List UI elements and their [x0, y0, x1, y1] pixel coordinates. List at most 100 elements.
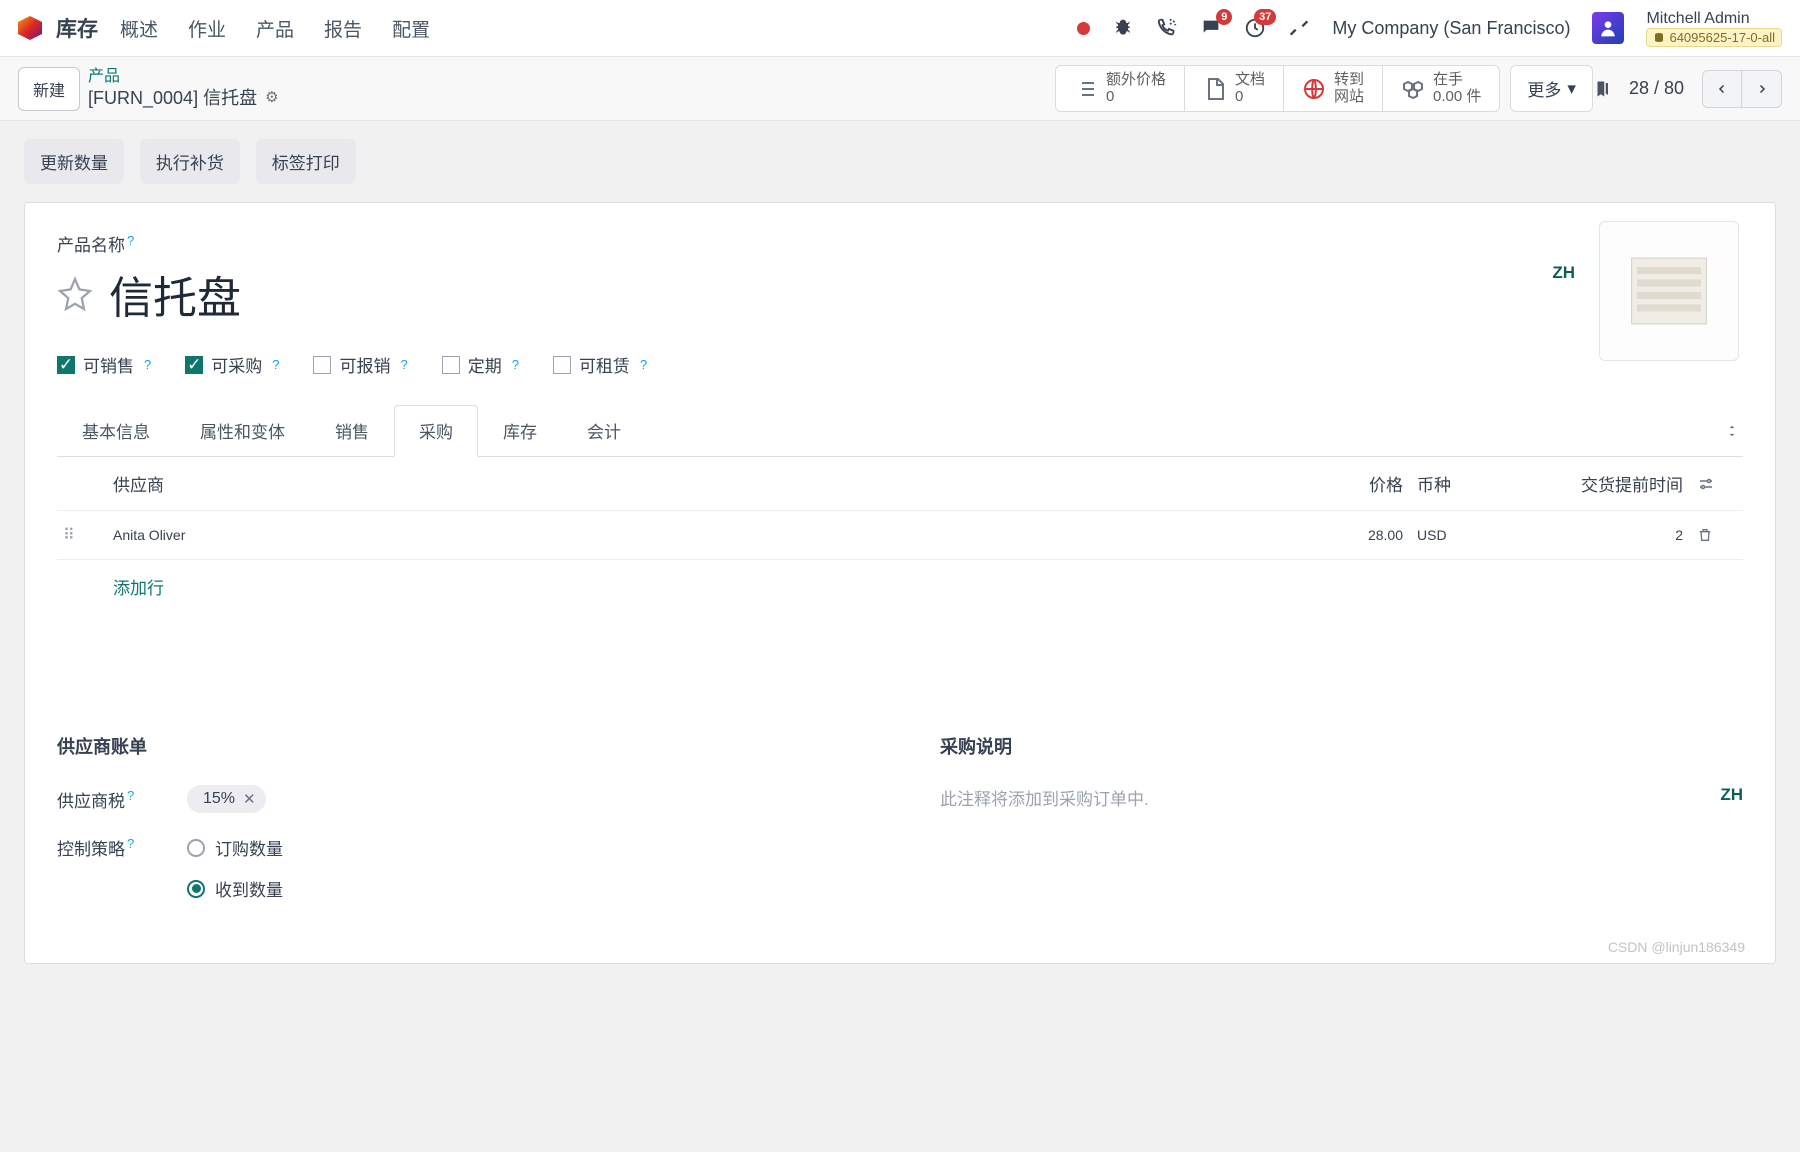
nav-overview[interactable]: 概述	[120, 15, 158, 42]
check-4[interactable]: 可租赁?	[553, 352, 647, 377]
action-replenish[interactable]: 执行补货	[140, 139, 240, 184]
user-name: Mitchell Admin	[1646, 9, 1782, 28]
user-avatar[interactable]	[1592, 12, 1624, 44]
tab-2[interactable]: 销售	[310, 405, 394, 456]
stat-extra-price[interactable]: 额外价格0	[1056, 66, 1185, 111]
stat-goto-website[interactable]: 转到网站	[1284, 66, 1383, 111]
form-sheet: 产品名称? 信托盘 ZH ✓可销售? ✓可采购? 可报销? 定期? 可租赁? 基本信息属…	[24, 202, 1776, 964]
product-flags: ✓可销售? ✓可采购? 可报销? 定期? 可租赁?	[57, 352, 1743, 377]
phone-icon[interactable]	[1156, 17, 1178, 39]
vendor-bill-section: 供应商账单 供应商税? 15%✕ 控制策略? 订购数量收到数量	[57, 733, 860, 923]
more-button[interactable]: 更多▾	[1510, 65, 1593, 112]
purchase-desc-section: 采购说明 此注释将添加到采购订单中. ZH	[940, 733, 1743, 923]
language-tag[interactable]: ZH	[1552, 263, 1575, 283]
cell-vendor[interactable]: Anita Oliver	[113, 527, 1297, 543]
help-icon[interactable]: ?	[272, 357, 279, 372]
action-print-label[interactable]: 标签打印	[256, 139, 356, 184]
nav-operations[interactable]: 作业	[188, 15, 226, 42]
messages-icon[interactable]: 9	[1200, 17, 1222, 39]
check-0[interactable]: ✓可销售?	[57, 352, 151, 377]
nav-menu: 概述 作业 产品 报告 配置	[120, 15, 430, 42]
pager-count[interactable]: 28 / 80	[1629, 78, 1684, 99]
new-button[interactable]: 新建	[18, 67, 80, 111]
language-tag[interactable]: ZH	[1720, 785, 1743, 805]
add-line[interactable]: 添加行	[57, 560, 1743, 613]
product-name-label: 产品名称	[57, 236, 125, 255]
breadcrumb-parent[interactable]: 产品	[88, 67, 279, 87]
globe-icon	[1302, 77, 1326, 101]
control-panel: 新建 产品 [FURN_0004] 信托盘⚙ 额外价格0 文档0 转到网站 在手…	[0, 57, 1800, 121]
tab-5[interactable]: 会计	[562, 405, 646, 456]
col-lead[interactable]: 交货提前时间	[1537, 471, 1697, 496]
drag-handle-icon[interactable]: ⠿	[63, 525, 113, 545]
help-icon[interactable]: ?	[127, 233, 134, 248]
cell-price[interactable]: 28.00	[1297, 527, 1417, 543]
vendor-table: 供应商 价格 币种 交货提前时间 ⠿ Anita Oliver 28.00 US…	[57, 457, 1743, 613]
tab-0[interactable]: 基本信息	[57, 405, 175, 456]
purchase-desc-title: 采购说明	[940, 733, 1743, 759]
nav-reports[interactable]: 报告	[324, 15, 362, 42]
gear-icon[interactable]: ⚙	[265, 89, 278, 108]
record-icon[interactable]	[1077, 22, 1090, 35]
checkbox-icon	[553, 356, 571, 374]
user-info[interactable]: Mitchell Admin 64095625-17-0-all	[1646, 9, 1782, 48]
help-icon[interactable]: ?	[127, 836, 134, 851]
radio-policy-1[interactable]: 收到数量	[187, 876, 283, 901]
checkbox-icon	[313, 356, 331, 374]
tab-3[interactable]: 采购	[394, 405, 478, 457]
stat-on-hand[interactable]: 在手0.00 件	[1383, 66, 1499, 111]
col-price[interactable]: 价格	[1297, 471, 1417, 496]
pager-next[interactable]	[1742, 70, 1782, 108]
nav-products[interactable]: 产品	[256, 15, 294, 42]
description-placeholder[interactable]: 此注释将添加到采购订单中.	[940, 790, 1149, 809]
col-currency[interactable]: 币种	[1417, 471, 1537, 496]
action-update-qty[interactable]: 更新数量	[24, 139, 124, 184]
tab-1[interactable]: 属性和变体	[175, 405, 310, 456]
product-title[interactable]: 信托盘	[109, 262, 241, 326]
action-bar: 更新数量 执行补货 标签打印	[0, 121, 1800, 202]
pager-prev[interactable]	[1702, 70, 1742, 108]
radio-policy-0[interactable]: 订购数量	[187, 835, 283, 860]
help-icon[interactable]: ?	[640, 357, 647, 372]
activities-icon[interactable]: 37	[1244, 17, 1266, 39]
delete-row-icon[interactable]	[1697, 527, 1737, 543]
watermark: CSDN @linjun186349	[1608, 939, 1745, 955]
cell-lead[interactable]: 2	[1537, 527, 1697, 543]
messages-badge: 9	[1216, 9, 1232, 25]
app-logo-icon[interactable]	[18, 16, 42, 40]
settings-icon[interactable]	[1697, 475, 1737, 493]
navbar: 库存 概述 作业 产品 报告 配置 9 37 My Company (San F…	[0, 0, 1800, 57]
favorite-star-icon[interactable]	[57, 276, 93, 312]
company-selector[interactable]: My Company (San Francisco)	[1332, 18, 1570, 39]
help-icon[interactable]: ?	[400, 357, 407, 372]
tabs: 基本信息属性和变体销售采购库存会计	[57, 405, 1743, 457]
stat-documents[interactable]: 文档0	[1185, 66, 1284, 111]
radio-icon	[187, 839, 205, 857]
adjust-icon[interactable]	[1725, 421, 1743, 441]
product-image[interactable]	[1599, 221, 1739, 361]
table-header: 供应商 价格 币种 交货提前时间	[57, 457, 1743, 511]
nav-config[interactable]: 配置	[392, 15, 430, 42]
cell-currency[interactable]: USD	[1417, 527, 1537, 543]
col-vendor[interactable]: 供应商	[113, 471, 1297, 496]
control-policy-label: 控制策略	[57, 840, 125, 859]
chevron-down-icon: ▾	[1567, 79, 1576, 99]
bookmark-icon[interactable]	[1593, 80, 1611, 98]
shelf-icon	[1624, 251, 1714, 331]
check-1[interactable]: ✓可采购?	[185, 352, 279, 377]
table-row[interactable]: ⠿ Anita Oliver 28.00 USD 2	[57, 511, 1743, 560]
help-icon[interactable]: ?	[127, 788, 134, 803]
check-3[interactable]: 定期?	[442, 352, 519, 377]
check-2[interactable]: 可报销?	[313, 352, 407, 377]
tax-tag[interactable]: 15%✕	[187, 785, 266, 813]
boxes-icon	[1401, 77, 1425, 101]
file-icon	[1203, 77, 1227, 101]
tab-4[interactable]: 库存	[478, 405, 562, 456]
close-icon[interactable]: ✕	[243, 790, 256, 808]
list-icon	[1074, 77, 1098, 101]
help-icon[interactable]: ?	[144, 357, 151, 372]
tools-icon[interactable]	[1288, 17, 1310, 39]
help-icon[interactable]: ?	[512, 357, 519, 372]
app-name[interactable]: 库存	[56, 13, 98, 43]
bug-icon[interactable]	[1112, 17, 1134, 39]
